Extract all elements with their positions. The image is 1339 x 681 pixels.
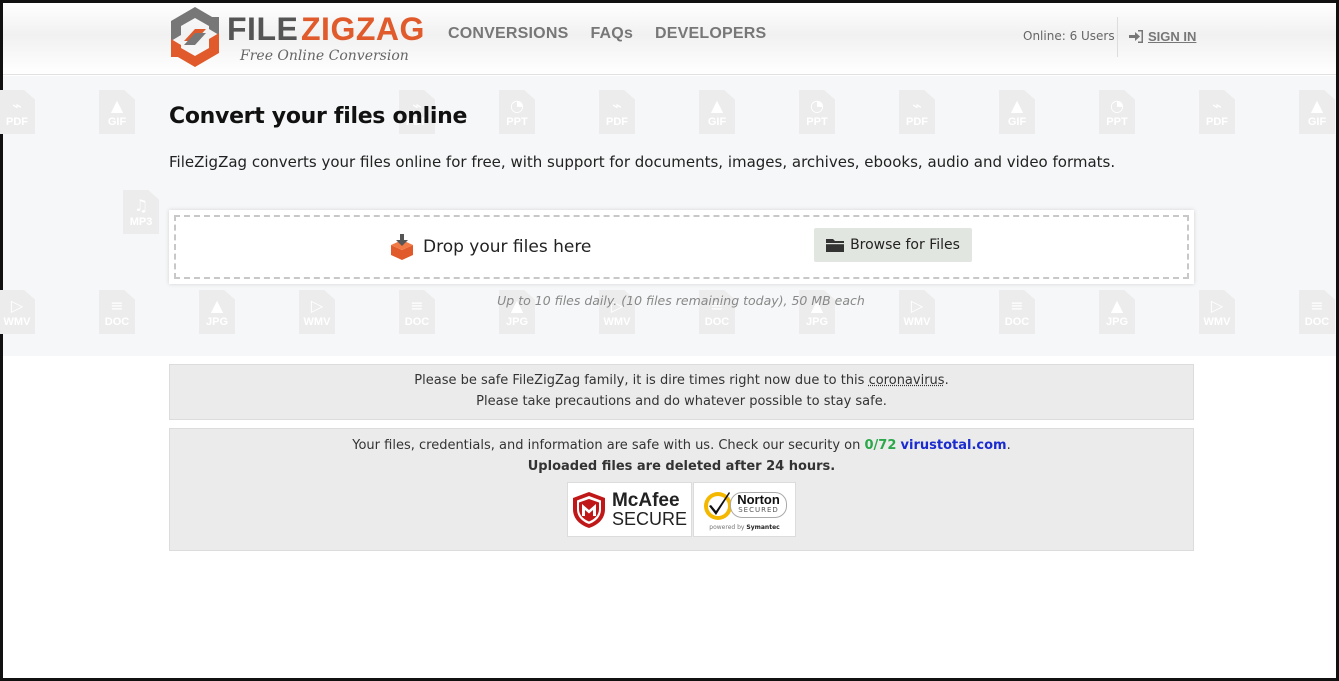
- drop-zone-border: [174, 215, 1189, 279]
- drop-box-icon: [391, 234, 413, 260]
- logo-tagline: Free Online Conversion: [240, 48, 409, 64]
- sign-in-label: SIGN IN: [1148, 29, 1197, 44]
- bg-file-icon: ◔ PPT: [1099, 90, 1135, 134]
- covid-notice-line1: Please be safe FileZigZag family, it is …: [170, 370, 1193, 391]
- norton-name: Norton: [737, 491, 780, 507]
- page-description: FileZigZag converts your files online fo…: [169, 153, 1116, 171]
- folder-icon: [826, 239, 845, 252]
- sign-in-icon: [1129, 30, 1143, 43]
- bg-file-icon: ⌁ PDF: [0, 90, 35, 134]
- nav-developers[interactable]: DEVELOPERS: [655, 25, 766, 43]
- security-notice-text: Your files, credentials, and information…: [352, 438, 865, 453]
- bg-file-icon: ⌁ PDF: [1199, 90, 1235, 134]
- page-title: Convert your files online: [169, 104, 468, 129]
- file-drop-zone[interactable]: Drop your files here Browse for Files: [169, 210, 1194, 284]
- deletion-notice: Uploaded files are deleted after 24 hour…: [527, 459, 836, 474]
- main-nav: CONVERSIONS FAQs DEVELOPERS: [448, 25, 766, 43]
- site-logo[interactable]: FILE ZIGZAG Free Online Conversion: [167, 5, 427, 71]
- virustotal-score: 0/72: [864, 438, 897, 453]
- drop-files-label: Drop your files here: [423, 237, 592, 257]
- bg-file-icon: ⌁ PDF: [599, 90, 635, 134]
- header-divider: [1117, 17, 1118, 57]
- nav-faqs[interactable]: FAQs: [590, 25, 633, 43]
- bg-file-icon: ▲ GIF: [1299, 90, 1335, 134]
- browse-files-label: Browse for Files: [850, 237, 960, 253]
- security-notice-line1: Your files, credentials, and information…: [170, 435, 1193, 456]
- covid-notice: Please be safe FileZigZag family, it is …: [169, 364, 1194, 420]
- security-notice: Your files, credentials, and information…: [169, 428, 1194, 551]
- drop-files-prompt: Drop your files here: [389, 234, 591, 260]
- logo-text-zigzag: ZIGZAG: [301, 11, 425, 47]
- norton-label: Norton SECURED: [730, 491, 787, 518]
- upload-limit-note: Up to 10 files daily. (10 files remainin…: [497, 293, 865, 308]
- mcafee-name: McAfee: [611, 489, 680, 511]
- norton-powered-brand: Symantec: [746, 523, 780, 531]
- bg-file-icon: ▲ GIF: [99, 90, 135, 134]
- logo-text-file: FILE: [227, 11, 299, 47]
- norton-powered-prefix: powered by: [709, 523, 747, 531]
- browse-files-button[interactable]: Browse for Files: [814, 228, 972, 262]
- coronavirus-link[interactable]: coronavirus: [869, 373, 945, 388]
- norton-seal: Norton SECURED: [702, 488, 787, 522]
- bg-file-icon: ▲ GIF: [999, 90, 1035, 134]
- covid-notice-period: .: [944, 373, 949, 388]
- norton-secured-badge[interactable]: Norton SECURED powered by Symantec: [693, 482, 796, 537]
- bg-file-icon: ♫ MP3: [123, 190, 159, 234]
- sign-in-link[interactable]: SIGN IN: [1129, 29, 1196, 44]
- covid-notice-line2: Please take precautions and do whatever …: [476, 394, 887, 409]
- covid-notice-text: Please be safe FileZigZag family, it is …: [414, 373, 869, 388]
- bg-file-icon: ▲ GIF: [699, 90, 735, 134]
- online-users-count: Online: 6 Users: [1023, 29, 1115, 43]
- mcafee-secure-badge[interactable]: McAfee SECURE: [567, 482, 692, 537]
- nav-conversions[interactable]: CONVERSIONS: [448, 25, 568, 43]
- mcafee-shield-icon: [572, 491, 605, 528]
- security-badges: McAfee SECURE Norton SECURED powered by …: [567, 482, 796, 537]
- hero-section: ⌁ PDF ▲ GIF ⌁ PDF ◔ PPT ⌁ PDF ▲ GIF ◔ PPT ⌁ PDF …: [0, 76, 1336, 356]
- mcafee-text: McAfee SECURE: [611, 489, 687, 529]
- norton-secured-label: SECURED: [738, 505, 779, 514]
- virustotal-link[interactable]: virustotal.com: [901, 438, 1007, 453]
- bg-file-icon: ◔ PPT: [499, 90, 535, 134]
- mcafee-secure-label: SECURE: [611, 508, 687, 529]
- bg-file-icon: ⌁ PDF: [899, 90, 935, 134]
- security-notice-period: .: [1006, 438, 1011, 453]
- logo-mark-icon: [171, 7, 219, 67]
- site-header: FILE ZIGZAG Free Online Conversion CONVE…: [3, 3, 1336, 75]
- bg-file-icon: ◔ PPT: [799, 90, 835, 134]
- norton-powered-by: powered by Symantec: [709, 524, 779, 532]
